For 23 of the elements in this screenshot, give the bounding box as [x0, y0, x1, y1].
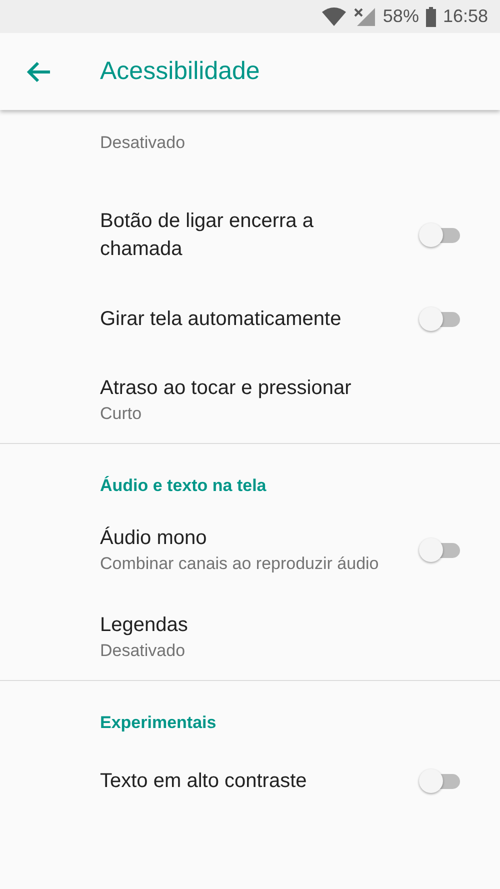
battery-icon	[424, 6, 437, 26]
setting-summary: Desativado	[100, 640, 186, 662]
wifi-icon	[320, 6, 347, 26]
setting-summary: Combinar canais ao reproduzir áudio	[100, 553, 380, 575]
clock: 16:58	[442, 6, 488, 27]
screen-title: Acessibilidade	[100, 57, 260, 86]
section-header: Áudio e texto na tela	[99, 475, 268, 497]
setting-title[interactable]: Atraso ao tocar e pressionar	[100, 374, 438, 402]
battery-percent: 58%	[382, 6, 419, 27]
setting-summary: Curto	[100, 403, 143, 425]
setting-title[interactable]: Legendas	[100, 611, 438, 639]
toggle-switch[interactable]	[418, 221, 462, 249]
setting-title[interactable]: Áudio mono	[100, 524, 394, 552]
signal-icon	[352, 6, 377, 26]
back-arrow-icon[interactable]	[26, 60, 52, 82]
section-header: Experimentais	[99, 712, 218, 734]
setting-summary: Desativado	[100, 132, 186, 154]
toggle-switch[interactable]	[418, 536, 462, 564]
setting-title[interactable]: Texto em alto contraste	[100, 766, 394, 794]
toggle-switch[interactable]	[418, 304, 462, 332]
setting-title[interactable]: Girar tela automaticamente	[100, 304, 394, 332]
toggle-switch[interactable]	[418, 766, 462, 794]
setting-title[interactable]: Botão de ligar encerra a chamada	[100, 207, 394, 263]
